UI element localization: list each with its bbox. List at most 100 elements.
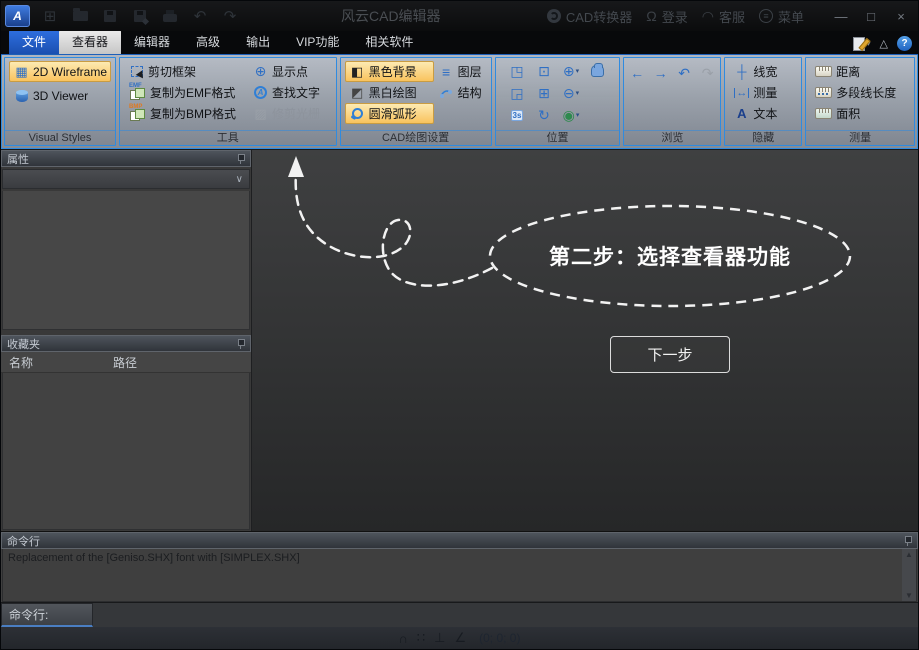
column-header-path[interactable]: 路径 [113,354,137,371]
column-header-name[interactable]: 名称 [1,354,113,371]
pin-icon[interactable] [903,535,912,546]
cad-converter-button[interactable]: CAD转换器 [547,7,632,26]
ortho-toggle-icon[interactable]: ⊥ [434,630,445,646]
button-label: 线宽 [753,63,777,80]
button-label: 图层 [458,63,482,80]
ribbon: ▦ 2D Wireframe 3D Viewer Visual Styles 剪… [1,55,918,149]
view-forward-button[interactable]: → [652,63,670,83]
button-find-text[interactable]: A 查找文字 [248,82,325,103]
group-label: 浏览 [624,130,720,145]
converter-icon [547,9,561,23]
command-log[interactable]: Replacement of the [Geniso.SHX] font wit… [3,549,902,601]
save-button[interactable] [100,7,120,25]
button-label: 面积 [836,105,860,122]
pan-button[interactable] [586,61,610,81]
button-label: 黑白绘图 [369,84,417,101]
next-step-button[interactable]: 下一步 [610,336,730,373]
command-panel-title: 命令行 [7,533,903,549]
redo-button[interactable]: ↷ [220,7,240,25]
help-button[interactable]: ? [897,36,912,51]
button-label: 结构 [458,84,482,101]
tab-related-software[interactable]: 相关软件 [352,30,426,54]
collapse-ribbon-button[interactable]: △ [880,37,888,50]
button-hide-linewidth[interactable]: ┼ 线宽 [729,61,797,82]
login-button[interactable]: Ω 登录 [646,7,687,26]
cascade-windows-button[interactable]: ◳ [505,61,529,81]
quick-edit-button[interactable]: ▾ [853,37,871,51]
new-file-button[interactable]: ⊞ [40,7,60,25]
menu-label: 菜单 [778,7,804,26]
zoom-window-button[interactable]: ⊡ [532,61,556,81]
button-copy-bmp[interactable]: BMP 复制为BMP格式 [124,103,248,124]
button-label: 圆滑弧形 [369,105,417,122]
zoom-extents-button[interactable]: ⊞ [532,83,556,103]
tab-file[interactable]: 文件 [9,30,59,54]
refresh-view-button[interactable]: ↻ [532,105,556,125]
group-browse: ← → ↶ ↷ 浏览 [623,57,721,146]
button-measure-polyline[interactable]: 多段线长度 [810,82,910,103]
scroll-up-icon[interactable]: ▲ [905,550,913,559]
button-black-background[interactable]: ◧ 黑色背景 [345,61,434,82]
button-measure-area[interactable]: 面积 [810,103,910,124]
button-label: 复制为BMP格式 [150,105,236,122]
button-cut-frame[interactable]: 剪切框架 [124,61,248,82]
zoom-out-button[interactable]: ⊖▾ [559,83,583,103]
tab-advanced[interactable]: 高级 [183,30,233,54]
caret-down-icon: ▾ [576,67,580,75]
button-structure[interactable]: 结构 [434,82,487,103]
open-file-button[interactable] [70,7,90,25]
button-hide-text[interactable]: A 文本 [729,103,797,124]
pin-icon[interactable] [236,338,245,349]
linewidth-icon: ┼ [734,64,749,79]
grid-toggle-icon[interactable]: ∷ [417,630,425,646]
person-icon: Ω [646,8,656,24]
snap-toggle-icon[interactable]: ∩ [399,631,408,646]
print-button[interactable] [160,7,180,25]
button-measure-distance[interactable]: 距离 [810,61,910,82]
maximize-button[interactable]: □ [858,5,884,27]
chevron-down-icon: ∨ [236,174,243,185]
view-3s-button[interactable]: 3s [505,105,529,125]
button-smooth-arc[interactable]: 圆滑弧形 [345,103,434,124]
button-hide-measure[interactable]: ↔ 测量 [729,82,797,103]
button-layers[interactable]: ≡ 图层 [434,61,487,82]
button-label: 2D Wireframe [33,65,107,79]
button-label: 测量 [753,84,777,101]
button-label: 修剪光栅 [272,105,320,122]
cylinder-icon [14,90,29,102]
status-bar: ∩ ∷ ⊥ ∠ (0; 0; 0) [1,627,918,649]
save-as-button[interactable] [130,7,150,25]
undo-button[interactable]: ↶ [190,7,210,25]
tab-editor[interactable]: 编辑器 [121,30,183,54]
headset-icon: ◠ [702,8,714,25]
tab-vip[interactable]: VIP功能 [283,30,352,54]
drawing-canvas[interactable]: 第二步：选择查看器功能 下一步 [252,150,918,531]
support-button[interactable]: ◠ 客服 [702,7,745,26]
tile-windows-button[interactable]: ◲ [505,83,529,103]
tab-viewer[interactable]: 查看器 [59,30,121,54]
minimize-button[interactable]: — [828,5,854,27]
wireframe-icon: ▦ [14,64,29,80]
button-2d-wireframe[interactable]: ▦ 2D Wireframe [9,61,111,82]
view-undo-button[interactable]: ↶ [675,63,693,83]
caret-down-icon: ▾ [576,89,580,97]
scrollbar[interactable]: ▲ ▼ [902,549,916,601]
menu-button[interactable]: ≡ 菜单 [759,7,804,26]
angle-toggle-icon[interactable]: ∠ [454,630,466,646]
properties-selector-dropdown[interactable]: ∨ [2,169,250,189]
button-copy-emf[interactable]: EMF 复制为EMF格式 [124,82,248,103]
cut-frame-icon [129,66,144,77]
button-label: 距离 [836,63,860,80]
button-show-point[interactable]: ⊕ 显示点 [248,61,325,82]
command-input[interactable] [93,603,918,627]
properties-panel-header: 属性 [1,150,251,167]
button-bw-drawing[interactable]: ◩ 黑白绘图 [345,82,434,103]
zoom-in-button[interactable]: ⊕▾ [559,61,583,81]
view-back-button[interactable]: ← [628,63,646,83]
pin-icon[interactable] [236,153,245,164]
scroll-down-icon[interactable]: ▼ [905,591,913,600]
render-mode-button[interactable]: ◉▾ [559,105,583,125]
button-3d-viewer[interactable]: 3D Viewer [9,85,111,106]
tab-output[interactable]: 输出 [233,30,283,54]
close-button[interactable]: × [888,5,914,27]
